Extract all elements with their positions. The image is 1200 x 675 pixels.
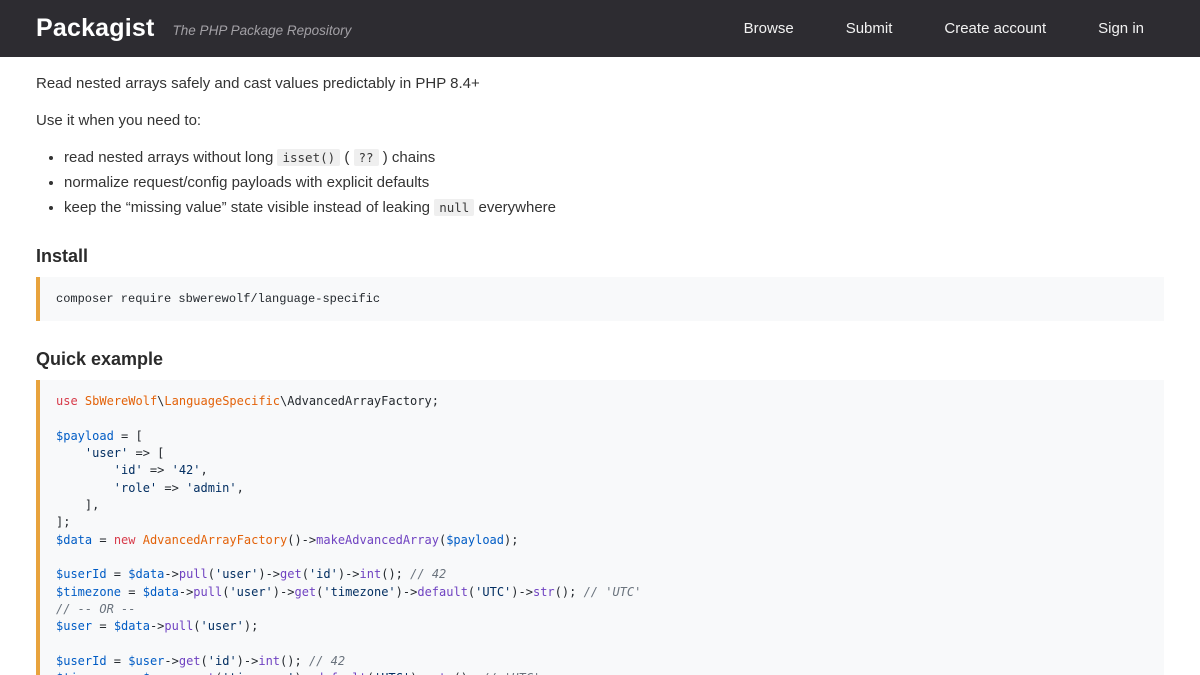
- nav-link-submit[interactable]: Submit: [846, 20, 893, 37]
- nav-link-browse[interactable]: Browse: [744, 20, 794, 37]
- install-code-block: composer require sbwerewolf/language-spe…: [36, 277, 1164, 321]
- intro-paragraph: Read nested arrays safely and cast value…: [36, 73, 1164, 94]
- use-case-item: normalize request/config payloads with e…: [64, 172, 1164, 193]
- brand-logo[interactable]: Packagist: [36, 14, 155, 43]
- example-heading: Quick example: [36, 349, 1164, 370]
- inline-code: ??: [354, 149, 379, 166]
- use-when-paragraph: Use it when you need to:: [36, 110, 1164, 131]
- inline-code: isset(): [277, 149, 340, 166]
- install-heading: Install: [36, 246, 1164, 267]
- brand-tagline: The PHP Package Repository: [173, 23, 352, 38]
- use-case-item: read nested arrays without long isset() …: [64, 147, 1164, 168]
- main-nav: Browse Submit Create account Sign in: [744, 20, 1144, 37]
- nav-link-sign-in[interactable]: Sign in: [1098, 20, 1144, 37]
- inline-code: null: [434, 199, 474, 216]
- navbar: Packagist The PHP Package Repository Bro…: [0, 0, 1200, 57]
- use-case-item: keep the “missing value” state visible i…: [64, 197, 1164, 218]
- readme-content: Read nested arrays safely and cast value…: [0, 57, 1200, 675]
- example-code-block: use SbWereWolf\LanguageSpecific\Advanced…: [36, 380, 1164, 675]
- install-command: composer require sbwerewolf/language-spe…: [56, 292, 380, 306]
- use-cases-list: read nested arrays without long isset() …: [36, 147, 1164, 218]
- nav-link-create-account[interactable]: Create account: [944, 20, 1046, 37]
